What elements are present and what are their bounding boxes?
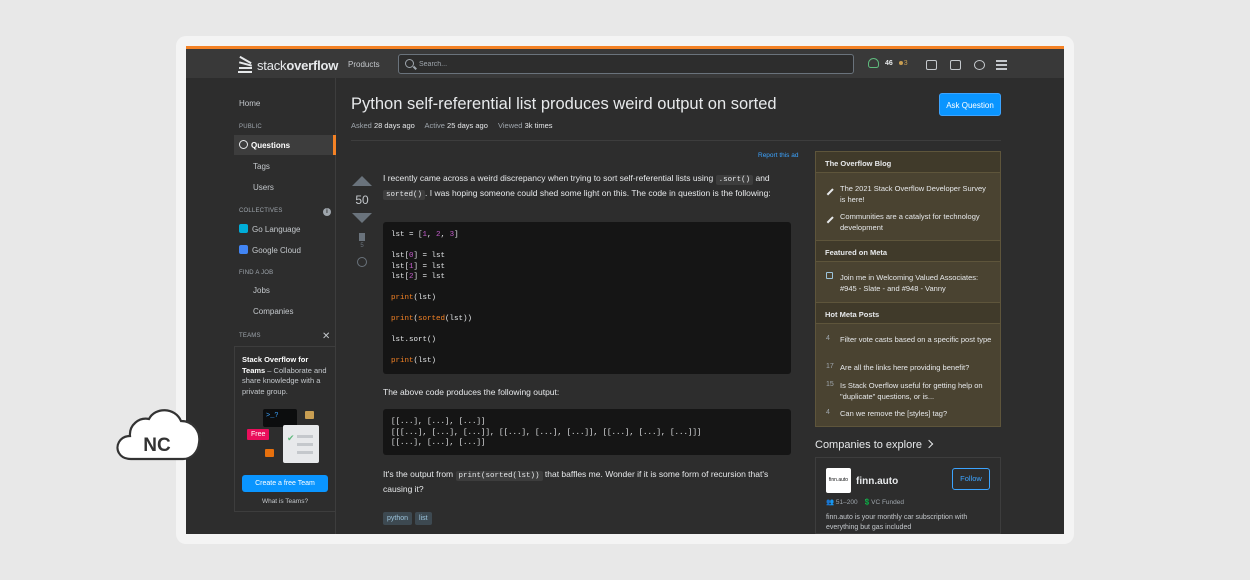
stackoverflow-logo[interactable]: stackoverflow (238, 55, 338, 75)
inline-code: .sort() (715, 175, 754, 185)
user-info[interactable]: 46 3 (868, 58, 908, 68)
go-language-icon (239, 224, 248, 233)
trophy-icon[interactable] (950, 60, 961, 70)
code-block[interactable]: lst = [1, 2, 3] lst[0] = lst lst[1] = ls… (383, 222, 791, 374)
companies-to-explore-title[interactable]: Companies to explore (815, 439, 934, 451)
tag-python[interactable]: python (383, 512, 413, 525)
history-icon[interactable] (357, 257, 367, 267)
info-icon[interactable]: i (323, 208, 331, 216)
nav-section-find-job: FIND A JOB (239, 270, 274, 276)
site-switcher-icon[interactable] (996, 60, 1007, 70)
nav-companies[interactable]: Companies (253, 307, 293, 316)
question-paragraph-2: The above code produces the following ou… (383, 387, 560, 397)
inbox-icon[interactable] (926, 60, 937, 70)
hot-post-item[interactable]: Is Stack Overflow useful for getting hel… (840, 381, 992, 402)
report-ad-link[interactable]: Report this ad (758, 152, 798, 159)
nav-go-language[interactable]: Go Language (239, 224, 301, 234)
overflow-blog-widget: The Overflow Blog The 2021 Stack Overflo… (815, 151, 1001, 427)
tag-list[interactable]: list (415, 512, 432, 525)
bronze-badge-icon (898, 60, 903, 65)
bookmark-count: 5 (360, 243, 364, 249)
hot-post-count: 4 (826, 409, 830, 416)
question-title[interactable]: Python self-referential list produces we… (351, 95, 777, 114)
hot-post-item[interactable]: Are all the links here providing benefit… (840, 363, 992, 374)
blog-item[interactable]: Communities are a catalyst for technolog… (840, 212, 992, 233)
downvote-arrow-icon[interactable] (352, 213, 372, 223)
bookmark-icon[interactable] (359, 233, 365, 241)
chat-icon (826, 272, 833, 281)
what-is-teams-link[interactable]: What is Teams? (235, 498, 335, 505)
nav-jobs[interactable]: Jobs (253, 286, 270, 295)
teams-promo: Stack Overflow for Teams – Collaborate a… (234, 346, 336, 512)
meta-item[interactable]: Join me in Welcoming Valued Associates: … (840, 273, 992, 294)
stackoverflow-window: stackoverflow Products 46 3 Home PUBLIC … (186, 46, 1064, 534)
hot-meta-section-title: Hot Meta Posts (816, 302, 1000, 324)
logo-text: stackoverflow (257, 57, 339, 73)
check-icon: ✔ (287, 433, 295, 443)
nav-home[interactable]: Home (239, 99, 260, 108)
nc-logo-text: NC (143, 435, 171, 456)
search-icon (405, 59, 414, 68)
teams-illustration: >_? Free ✔ (245, 407, 325, 467)
help-icon[interactable] (974, 60, 985, 70)
company-card: finn.auto finn.auto Follow 👥 51–200 💲VC … (815, 457, 1001, 534)
search-box[interactable] (398, 54, 854, 74)
company-name[interactable]: finn.auto (856, 476, 898, 487)
products-link[interactable]: Products (348, 60, 380, 69)
company-description: finn.auto is your monthly car subscripti… (826, 514, 968, 531)
divider (351, 140, 1001, 141)
question-meta: Asked 28 days ago Active 25 days ago Vie… (351, 121, 553, 130)
pencil-icon (826, 185, 834, 195)
nav-tags[interactable]: Tags (253, 162, 270, 171)
question-paragraph-1: I recently came across a weird discrepan… (383, 173, 771, 200)
nav-section-teams: TEAMS (239, 333, 261, 339)
inline-code: print(sorted(lst)) (455, 471, 543, 481)
hot-post-item[interactable]: Can we remove the [styles] tag? (840, 409, 992, 420)
google-cloud-icon (239, 245, 248, 254)
pencil-icon (826, 213, 834, 223)
free-badge: Free (247, 429, 270, 440)
bronze-badge-count: 3 (898, 60, 908, 67)
hot-post-count: 4 (826, 335, 830, 342)
vote-controls: 50 5 (352, 176, 372, 267)
vote-count: 50 (355, 193, 369, 207)
chat-bubble-icon (265, 449, 274, 457)
chat-bubble-icon (305, 411, 314, 419)
upvote-arrow-icon[interactable] (352, 176, 372, 186)
hot-post-item[interactable]: Filter vote casts based on a specific po… (840, 335, 992, 346)
avatar[interactable] (868, 58, 879, 68)
question-tags: python list (383, 512, 432, 525)
close-icon[interactable]: ✕ (322, 331, 330, 342)
blog-section-title: The Overflow Blog (816, 151, 1000, 173)
globe-icon (239, 140, 248, 149)
follow-button[interactable]: Follow (952, 468, 990, 490)
reputation-count: 46 (885, 59, 893, 67)
teams-promo-text: Stack Overflow for Teams – Collaborate a… (242, 355, 327, 396)
company-logo[interactable]: finn.auto (826, 468, 851, 493)
stack-logo-icon (238, 55, 254, 74)
nc-cloud-logo: NC (116, 409, 201, 461)
nav-questions[interactable]: Questions (234, 135, 336, 155)
nav-section-public: PUBLIC (239, 124, 262, 130)
question-paragraph-3: It's the output from print(sorted(lst)) … (383, 469, 769, 494)
checklist-card-illustration: ✔ (283, 425, 319, 463)
nav-section-collectives: COLLECTIVES (239, 208, 283, 214)
ask-question-button[interactable]: Ask Question (939, 93, 1001, 116)
top-bar: stackoverflow Products 46 3 (186, 46, 1064, 78)
hot-post-count: 15 (826, 381, 834, 388)
company-meta: 👥 51–200 💲VC Funded (826, 499, 905, 506)
create-team-button[interactable]: Create a free Team (242, 475, 328, 492)
meta-section-title: Featured on Meta (816, 240, 1000, 262)
search-input[interactable] (419, 58, 839, 70)
chevron-right-icon (924, 439, 934, 449)
hot-post-count: 17 (826, 363, 834, 370)
inline-code: sorted() (383, 190, 426, 200)
nav-google-cloud[interactable]: Google Cloud (239, 245, 301, 255)
output-block[interactable]: [[...], [...], [...]] [[[...], [...], [.… (383, 409, 791, 455)
blog-item[interactable]: The 2021 Stack Overflow Developer Survey… (840, 184, 992, 205)
nav-users[interactable]: Users (253, 183, 274, 192)
